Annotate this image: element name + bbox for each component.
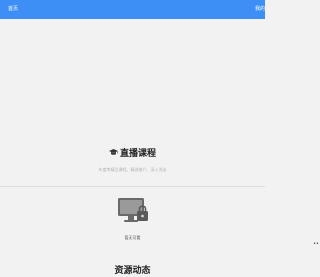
- nav-home-link[interactable]: 首页: [8, 6, 18, 12]
- graduation-cap-icon: [108, 148, 118, 160]
- locked-monitor-icon: [116, 196, 150, 226]
- top-nav-bar: 首页 我的: [0, 0, 265, 19]
- section-divider: [0, 186, 265, 187]
- side-more-indicator[interactable]: ••: [313, 242, 319, 247]
- empty-state-label: 暂无可看: [124, 235, 141, 240]
- section-subtitle: 年度考精品课程，精选推介，深入浅出: [98, 167, 167, 172]
- nav-profile-link[interactable]: 我的: [255, 6, 265, 12]
- section-title-text: 直播课程: [119, 149, 156, 159]
- section-title-live-courses: 直播课程: [0, 148, 265, 160]
